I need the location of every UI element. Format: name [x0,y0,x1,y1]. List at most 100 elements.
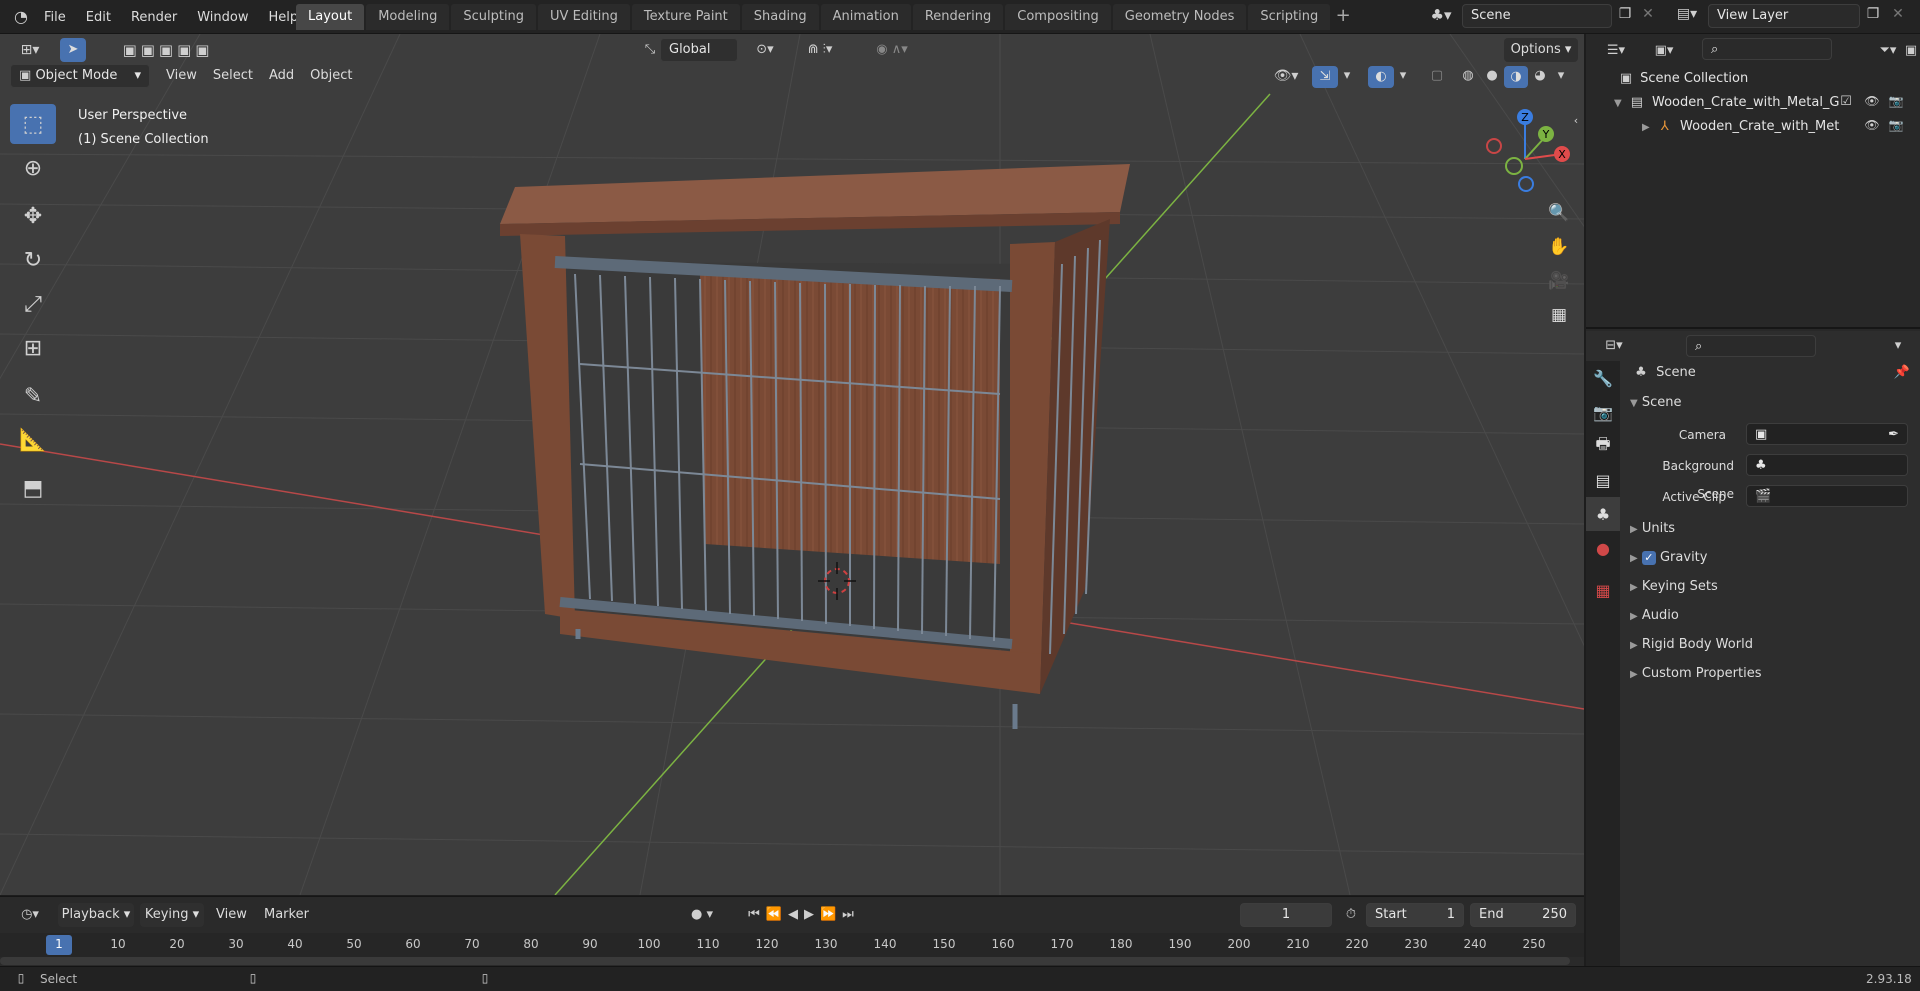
keying-menu[interactable]: Keying ▾ [140,903,204,927]
current-frame-field[interactable]: 1 [1240,903,1332,927]
cursor-tool-icon[interactable]: ⊕ [10,148,56,188]
view-layer-field[interactable]: View Layer [1708,4,1860,28]
eyedropper-icon[interactable]: ✒ [1888,424,1899,446]
frame-ruler[interactable]: 1 10 20 30 40 50 60 70 80 90 100 110 120 130 140 150 160… [0,933,1584,957]
delete-view-layer-icon[interactable]: ✕ [1888,6,1908,22]
mode-select[interactable]: ▣ Object Mode ▾ [10,64,150,88]
properties-search-input[interactable]: ⌕ [1686,335,1816,357]
preview-range-icon[interactable]: ⏱ [1340,903,1362,927]
outliner-editor-type-icon[interactable]: ☰▾ [1598,40,1634,62]
view-layer-tab-icon[interactable]: ▤ [1586,463,1620,497]
panel-keying-sets[interactable]: ▶ Keying Sets [1630,573,1910,601]
new-view-layer-icon[interactable]: ❐ [1862,6,1884,22]
camera-field[interactable]: ▣ ✒ [1746,423,1908,445]
select-box-tool-icon[interactable]: ⬚ [10,104,56,144]
material-shading-icon[interactable]: ◑ [1504,66,1528,88]
display-mode-icon[interactable]: ▣▾ [1646,40,1682,62]
timeline-scrollbar[interactable] [0,957,1570,965]
playback-menu[interactable]: Playback ▾ [58,903,134,927]
render-camera-icon[interactable]: 📷 [1886,118,1906,132]
world-tab-icon[interactable]: ● [1586,531,1620,565]
move-tool-icon[interactable]: ✥ [10,196,56,236]
gizmo-dropdown-icon[interactable]: ▾ [1338,66,1356,86]
pin-icon[interactable]: 📌 [1894,359,1910,387]
zoom-icon[interactable]: 🔍 [1544,198,1574,228]
panel-rigid-body-world[interactable]: ▶ Rigid Body World [1630,631,1910,659]
marker-menu[interactable]: Marker [264,903,309,927]
start-frame-field[interactable]: Start 1 [1366,903,1464,927]
tab-sculpting[interactable]: Sculpting [451,4,537,30]
texture-tab-icon[interactable]: ▦ [1586,573,1620,607]
gravity-checkbox[interactable]: ✓ [1641,551,1656,565]
expand-arrow-icon[interactable]: ▼ [1614,98,1622,109]
3d-viewport[interactable]: ⊞▾ ➤ ▣▣▣▣▣ ⤡ Global ⊙▾ ⋒ ⫶▾ ◉ ∧▾ Options… [0,34,1584,895]
render-camera-icon[interactable]: 📷 [1886,94,1906,108]
annotate-tool-icon[interactable]: ✎ [10,376,56,416]
rendered-shading-icon[interactable]: ◕ [1528,66,1552,86]
proportional-editing-icon[interactable]: ◉ ∧▾ [862,38,922,62]
scale-tool-icon[interactable]: ⤢ [10,284,56,324]
scene-panel-header[interactable]: ▼ Scene [1630,389,1910,417]
camera-view-icon[interactable]: 🎥 [1544,266,1574,296]
timeline-editor-type-icon[interactable]: ◷▾ [12,903,48,927]
overlays-toggle-icon[interactable]: ◐ [1368,66,1394,88]
scene-collection-row[interactable]: ▣ Scene Collection [1616,67,1916,91]
sidebar-toggle-icon[interactable]: ‹ [1570,114,1582,127]
rotate-tool-icon[interactable]: ↻ [10,240,56,280]
object-row[interactable]: ▶ ⅄ Wooden_Crate_with_Met [1642,115,1842,139]
tool-tab-icon[interactable]: 🔧 [1586,361,1620,395]
scene-selector-icon[interactable]: ♣▾ [1424,6,1458,28]
tab-modeling[interactable]: Modeling [366,4,450,30]
selection-mode-icons[interactable]: ▣▣▣▣▣ [108,38,228,62]
wireframe-shading-icon[interactable]: ◍ [1456,66,1480,86]
editor-type-icon[interactable]: ⊞▾ [10,38,50,62]
delete-scene-icon[interactable]: ✕ [1638,6,1658,22]
scene-name-field[interactable]: Scene [1462,4,1612,28]
menu-render[interactable]: Render [121,10,187,25]
background-scene-field[interactable]: ♣ [1746,454,1908,476]
shading-dropdown-icon[interactable]: ▾ [1552,66,1570,86]
panel-units[interactable]: ▶ Units [1630,515,1910,543]
transform-tool-icon[interactable]: ⊞ [10,328,56,368]
menu-view[interactable]: View [158,64,205,88]
pivot-point-icon[interactable]: ⊙▾ [748,38,782,62]
filter-icon[interactable]: ⏷▾ [1870,40,1906,62]
new-scene-icon[interactable]: ❐ [1614,6,1636,22]
measure-tool-icon[interactable]: 📐 [10,420,56,460]
menu-select[interactable]: Select [205,64,261,88]
menu-file[interactable]: File [34,10,76,25]
panel-audio[interactable]: ▶ Audio [1630,602,1910,630]
options-dropdown[interactable]: Options ▾ [1504,38,1578,62]
tab-shading[interactable]: Shading [741,4,819,30]
output-tab-icon[interactable]: 🖶 [1586,429,1620,463]
blender-logo-icon[interactable]: ◔ [10,7,32,27]
eye-icon[interactable]: 👁 [1862,118,1882,132]
transform-orientation-select[interactable]: Global [660,38,738,62]
visibility-icon[interactable]: 👁▾ [1268,66,1304,86]
panel-gravity[interactable]: ▶ ✓ Gravity [1630,544,1910,572]
overlays-dropdown-icon[interactable]: ▾ [1394,66,1412,86]
outliner-search-input[interactable]: ⌕ [1702,38,1832,60]
tab-scripting[interactable]: Scripting [1248,4,1331,30]
end-frame-field[interactable]: End 250 [1470,903,1576,927]
eye-icon[interactable]: 👁 [1862,94,1882,108]
panel-custom-properties[interactable]: ▶ Custom Properties [1630,660,1910,688]
tab-uv-editing[interactable]: UV Editing [538,4,630,30]
collection-exclude-checkbox[interactable]: ☑ [1838,94,1854,109]
add-workspace-button[interactable]: + [1332,4,1354,30]
navigation-gizmo[interactable]: Z Y X [1480,104,1570,194]
gizmo-toggle-icon[interactable]: ⇲ [1312,66,1338,88]
xray-icon[interactable]: ▢ [1426,66,1448,86]
active-clip-field[interactable]: 🎬 [1746,485,1908,507]
select-tweak-icon[interactable]: ➤ [60,38,86,62]
menu-add[interactable]: Add [261,64,302,88]
tab-geometry-nodes[interactable]: Geometry Nodes [1112,4,1247,30]
properties-editor-type-icon[interactable]: ⊟▾ [1596,335,1632,357]
menu-edit[interactable]: Edit [76,10,121,25]
expand-arrow-icon[interactable]: ▶ [1642,122,1650,133]
menu-window[interactable]: Window [187,10,258,25]
solid-shading-icon[interactable]: ● [1480,66,1504,86]
tab-compositing[interactable]: Compositing [1005,4,1111,30]
pan-hand-icon[interactable]: ✋ [1544,232,1574,262]
menu-object[interactable]: Object [302,64,360,88]
